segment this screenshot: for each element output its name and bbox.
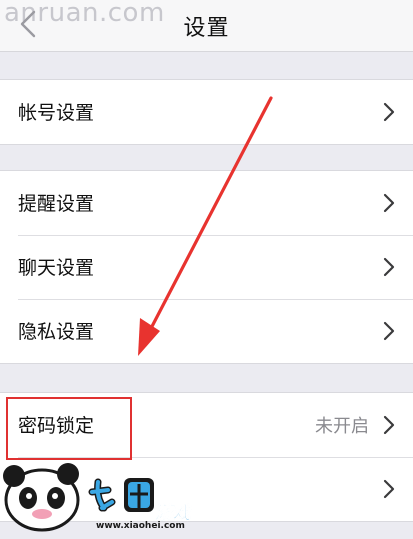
row-label: 聊天设置: [18, 257, 95, 279]
settings-group-security: 密码锁定 未开启: [0, 392, 413, 522]
chevron-right-icon: [383, 193, 395, 213]
chevron-right-icon: [383, 102, 395, 122]
chevron-right-icon: [383, 479, 395, 499]
row-privacy-settings[interactable]: 隐私设置: [0, 299, 413, 363]
chevron-right-icon: [383, 321, 395, 341]
row-obscured-setting[interactable]: [0, 457, 413, 521]
settings-group-general: 提醒设置 聊天设置 隐私设置: [0, 170, 413, 364]
watermark-logo-url: www.xiaohei.com: [96, 521, 185, 531]
row-label: 密码锁定: [18, 415, 95, 437]
row-label: 提醒设置: [18, 193, 95, 215]
row-label: 帐号设置: [18, 102, 95, 124]
password-lock-status: 未开启: [315, 416, 369, 437]
settings-group-account: 帐号设置: [0, 79, 413, 145]
settings-page: anruan.com 设置 帐号设置 提醒设置 聊天设置 隐私设置 密码锁定 未…: [0, 0, 413, 539]
page-title: 设置: [183, 16, 230, 41]
chevron-right-icon: [383, 257, 395, 277]
row-reminder-settings[interactable]: 提醒设置: [0, 171, 413, 235]
row-account-settings[interactable]: 帐号设置: [0, 80, 413, 144]
chevron-right-icon: [383, 415, 395, 435]
row-password-lock[interactable]: 密码锁定 未开启: [0, 393, 413, 457]
row-chat-settings[interactable]: 聊天设置: [0, 235, 413, 299]
nav-bar: anruan.com 设置: [0, 0, 413, 52]
row-label: 隐私设置: [18, 321, 95, 343]
